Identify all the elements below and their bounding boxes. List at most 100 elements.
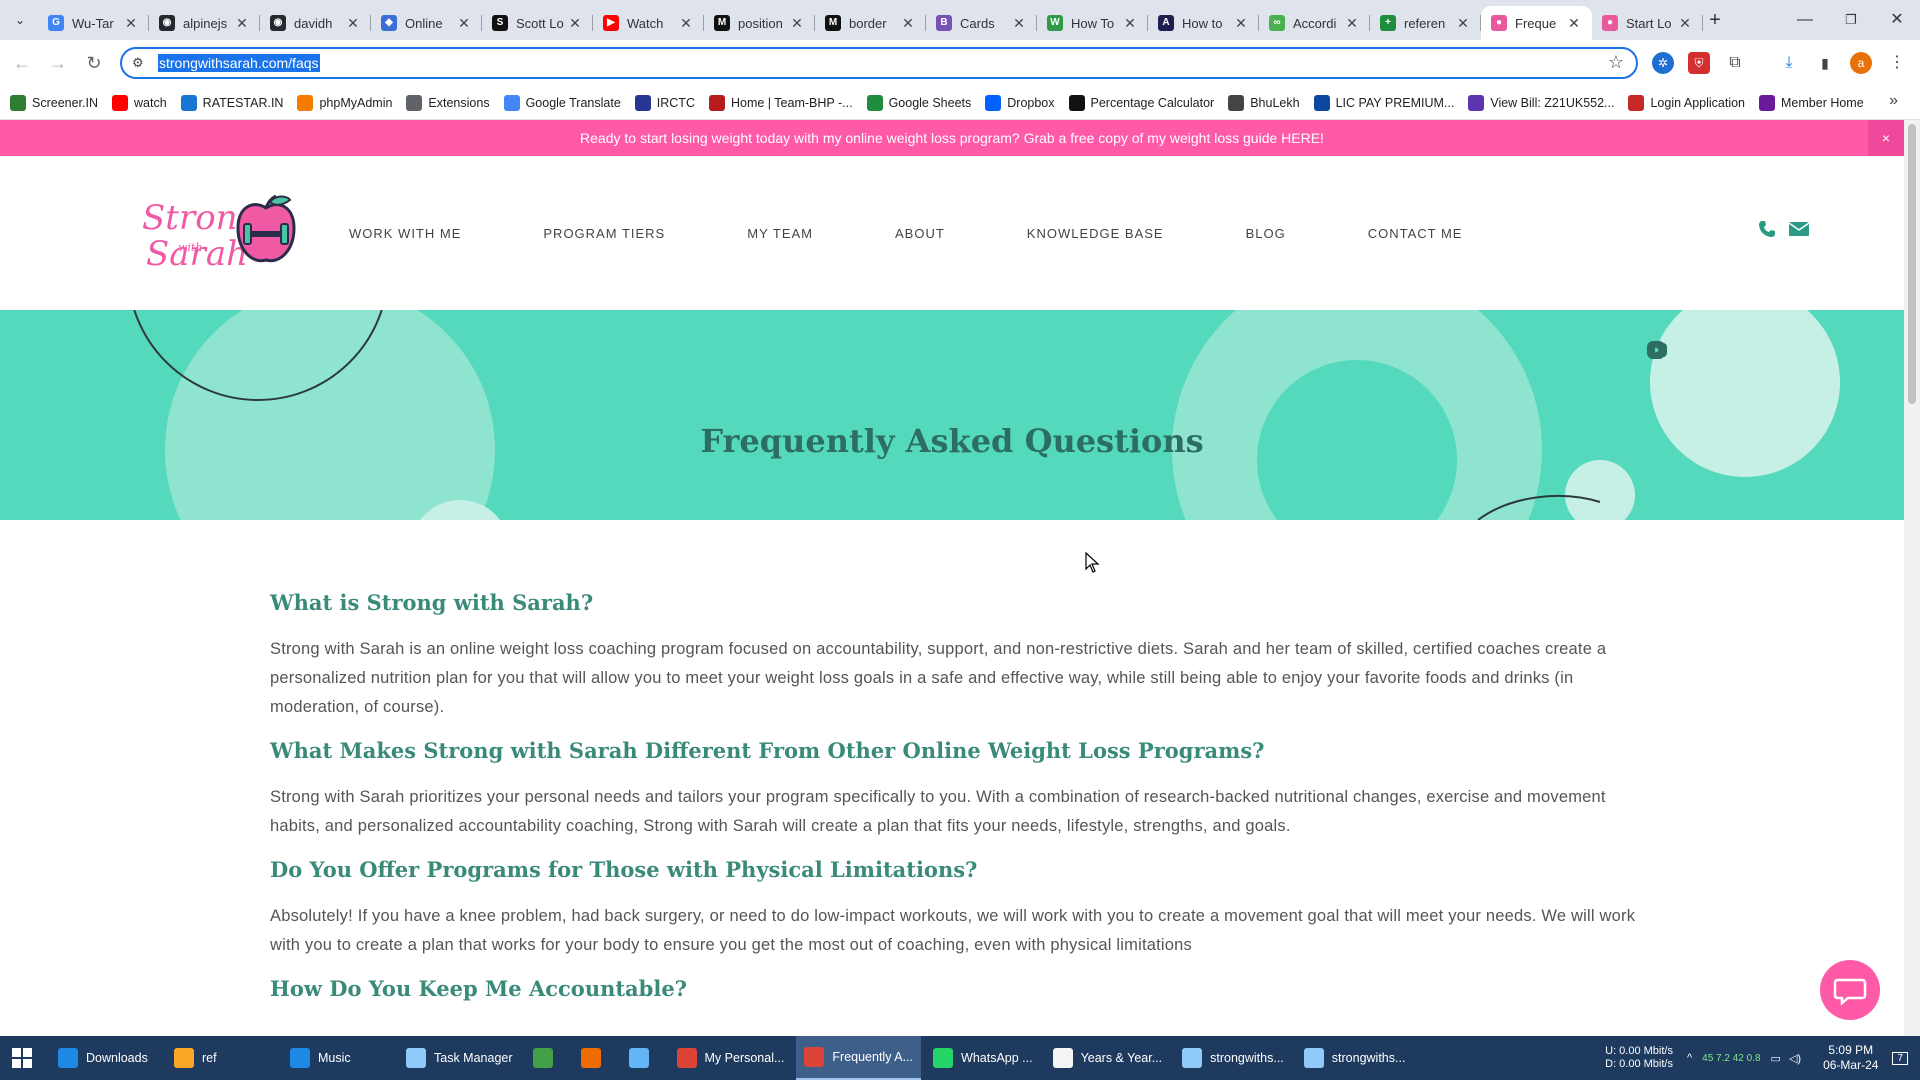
close-window-icon[interactable]: ✕ bbox=[1874, 8, 1920, 32]
promo-close-button[interactable]: × bbox=[1868, 120, 1904, 156]
download-icon[interactable]: ⤓ bbox=[1778, 52, 1800, 74]
taskbar-app[interactable]: strongwiths... bbox=[1174, 1036, 1292, 1080]
taskbar-app[interactable] bbox=[573, 1036, 617, 1080]
bookmark-star-icon[interactable]: ☆ bbox=[1608, 52, 1624, 73]
taskbar-app[interactable]: ref bbox=[166, 1036, 278, 1080]
scrollbar-thumb[interactable] bbox=[1908, 124, 1916, 404]
taskbar-app[interactable]: Music bbox=[282, 1036, 394, 1080]
volume-icon[interactable]: ◁) bbox=[1789, 1052, 1801, 1065]
browser-tab[interactable]: ▶ Watch ✕ bbox=[593, 6, 704, 40]
menu-kebab-icon[interactable]: ⋮ bbox=[1886, 52, 1908, 74]
minimize-icon[interactable]: — bbox=[1782, 8, 1828, 32]
tab-close-icon[interactable]: ✕ bbox=[123, 15, 139, 32]
bookmark-item[interactable]: View Bill: Z21UK552... bbox=[1468, 94, 1614, 111]
bookmark-item[interactable]: phpMyAdmin bbox=[297, 94, 392, 111]
adblock-icon[interactable]: ⛨ bbox=[1688, 52, 1710, 74]
phone-icon[interactable] bbox=[1758, 220, 1776, 238]
taskbar-app[interactable]: Task Manager bbox=[398, 1036, 521, 1080]
browser-tab[interactable]: + referen ✕ bbox=[1370, 6, 1481, 40]
bookmark-item[interactable]: watch bbox=[112, 94, 167, 111]
tray-chevron-icon[interactable]: ^ bbox=[1687, 1052, 1692, 1064]
page-scrollbar[interactable] bbox=[1904, 120, 1920, 1036]
nav-link[interactable]: CONTACT ME bbox=[1368, 226, 1463, 241]
tab-close-icon[interactable]: ✕ bbox=[1566, 15, 1582, 32]
bookmark-item[interactable]: Google Translate bbox=[503, 94, 621, 111]
new-tab-button[interactable]: + bbox=[1703, 8, 1727, 32]
bookmark-item[interactable]: Dropbox bbox=[985, 94, 1055, 111]
bookmark-item[interactable]: Login Application bbox=[1628, 94, 1745, 111]
notification-badge[interactable]: 7 bbox=[1892, 1051, 1908, 1065]
taskbar-app[interactable]: strongwiths... bbox=[1296, 1036, 1414, 1080]
network-icon[interactable]: ▭ bbox=[1771, 1052, 1781, 1065]
bookmark-item[interactable]: IRCTC bbox=[634, 94, 695, 111]
address-bar[interactable]: ⚙ strongwithsarah.com/faqs ☆ bbox=[120, 47, 1638, 79]
tab-close-icon[interactable]: ✕ bbox=[900, 15, 916, 32]
nav-link[interactable]: KNOWLEDGE BASE bbox=[1027, 226, 1164, 241]
start-button[interactable] bbox=[0, 1036, 44, 1080]
tab-close-icon[interactable]: ✕ bbox=[456, 15, 472, 32]
nav-link[interactable]: MY TEAM bbox=[747, 226, 813, 241]
browser-tab[interactable]: ∞ Accordi ✕ bbox=[1259, 6, 1370, 40]
instagram-icon[interactable] bbox=[1646, 340, 1666, 360]
browser-tab[interactable]: ◆ Online ✕ bbox=[371, 6, 482, 40]
browser-tab[interactable]: B Cards ✕ bbox=[926, 6, 1037, 40]
browser-tab[interactable]: ● Start Lo ✕ bbox=[1592, 6, 1703, 40]
nav-link[interactable]: BLOG bbox=[1246, 226, 1286, 241]
tab-close-icon[interactable]: ✕ bbox=[678, 15, 694, 32]
bookmark-item[interactable]: Google Sheets bbox=[866, 94, 971, 111]
promo-text[interactable]: Ready to start losing weight today with … bbox=[580, 130, 1324, 146]
back-icon[interactable]: ← bbox=[10, 51, 34, 75]
nav-link[interactable]: WORK WITH ME bbox=[349, 226, 461, 241]
clock[interactable]: 5:09 PM 06-Mar-24 bbox=[1823, 1043, 1878, 1073]
bookmark-item[interactable]: Percentage Calculator bbox=[1068, 94, 1214, 111]
tab-close-icon[interactable]: ✕ bbox=[789, 15, 805, 32]
side-panel-icon[interactable]: ▮ bbox=[1814, 52, 1836, 74]
forward-icon[interactable]: → bbox=[46, 51, 70, 75]
tab-close-icon[interactable]: ✕ bbox=[1011, 15, 1027, 32]
browser-tab[interactable]: ◉ alpinejs ✕ bbox=[149, 6, 260, 40]
tab-close-icon[interactable]: ✕ bbox=[1455, 15, 1471, 32]
tab-close-icon[interactable]: ✕ bbox=[234, 15, 250, 32]
bookmarks-more-icon[interactable]: » bbox=[1889, 92, 1898, 110]
extensions-puzzle-icon[interactable]: ⧉ bbox=[1724, 52, 1746, 74]
tab-close-icon[interactable]: ✕ bbox=[345, 15, 361, 32]
promo-banner[interactable]: Ready to start losing weight today with … bbox=[0, 120, 1904, 156]
browser-tab[interactable]: ◉ davidh ✕ bbox=[260, 6, 371, 40]
site-info-icon[interactable]: ⚙ bbox=[132, 55, 148, 71]
restore-icon[interactable]: ❐ bbox=[1828, 8, 1874, 32]
email-icon[interactable] bbox=[1788, 220, 1810, 238]
extension-icon[interactable]: ✲ bbox=[1652, 52, 1674, 74]
taskbar-app[interactable] bbox=[621, 1036, 665, 1080]
taskbar-app[interactable]: My Personal... bbox=[669, 1036, 793, 1080]
browser-tab[interactable]: A How to ✕ bbox=[1148, 6, 1259, 40]
nav-link[interactable]: PROGRAM TIERS bbox=[543, 226, 665, 241]
profile-avatar[interactable]: a bbox=[1850, 52, 1872, 74]
reload-icon[interactable]: ↻ bbox=[82, 51, 106, 75]
browser-tab[interactable]: Mborder ✕ bbox=[815, 6, 926, 40]
taskbar-app[interactable]: Downloads bbox=[50, 1036, 162, 1080]
browser-tab[interactable]: G Wu-Tar ✕ bbox=[38, 6, 149, 40]
tab-close-icon[interactable]: ✕ bbox=[1233, 15, 1249, 32]
tab-close-icon[interactable]: ✕ bbox=[1344, 15, 1360, 32]
tab-search-icon[interactable]: ⌄ bbox=[8, 10, 32, 30]
taskbar-app[interactable]: Years & Year... bbox=[1045, 1036, 1171, 1080]
taskbar-app[interactable] bbox=[525, 1036, 569, 1080]
bookmark-item[interactable]: Extensions bbox=[406, 94, 490, 111]
bookmark-item[interactable]: LIC PAY PREMIUM... bbox=[1313, 94, 1454, 111]
taskbar-app[interactable]: WhatsApp ... bbox=[925, 1036, 1041, 1080]
tab-close-icon[interactable]: ✕ bbox=[1122, 15, 1138, 32]
bookmark-item[interactable]: Home | Team-BHP -... bbox=[708, 94, 853, 111]
url-text[interactable]: strongwithsarah.com/faqs bbox=[158, 54, 320, 72]
nav-link[interactable]: ABOUT bbox=[895, 226, 945, 241]
site-logo[interactable]: Strong Sarah with bbox=[142, 194, 302, 274]
browser-tab[interactable]: W How To ✕ bbox=[1037, 6, 1148, 40]
tab-close-icon[interactable]: ✕ bbox=[567, 15, 583, 32]
bookmark-item[interactable]: Screener.IN bbox=[10, 94, 98, 111]
chat-button[interactable] bbox=[1820, 960, 1880, 1020]
browser-tab[interactable]: S Scott Lo ✕ bbox=[482, 6, 593, 40]
taskbar-app[interactable]: Frequently A... bbox=[796, 1036, 922, 1080]
browser-tab[interactable]: ● Freque ✕ bbox=[1481, 6, 1592, 40]
bookmark-item[interactable]: RATESTAR.IN bbox=[180, 94, 283, 111]
tab-close-icon[interactable]: ✕ bbox=[1677, 15, 1693, 32]
browser-tab[interactable]: Mposition ✕ bbox=[704, 6, 815, 40]
